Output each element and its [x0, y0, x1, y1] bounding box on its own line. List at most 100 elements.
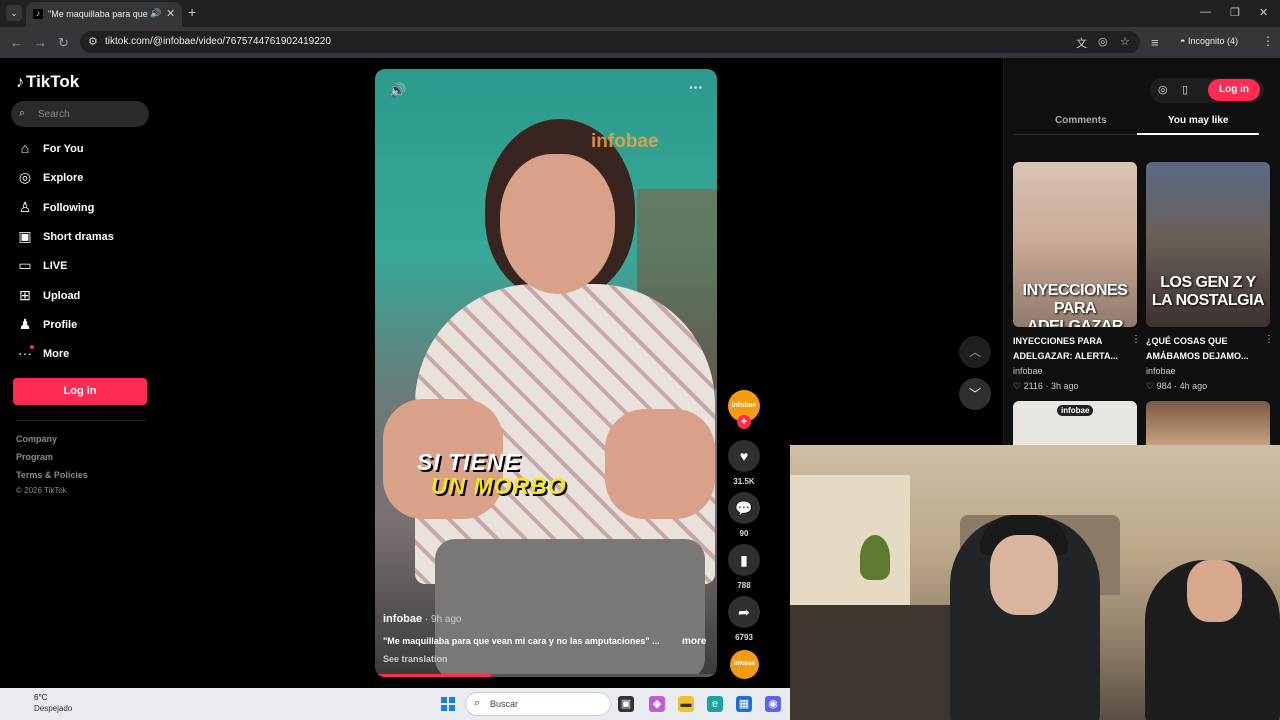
- nav-short-dramas[interactable]: ▣ Short dramas: [16, 228, 156, 248]
- weather-condition[interactable]: Despejado: [34, 704, 72, 713]
- card-title[interactable]: ¿QUÉ COSAS QUE AMÁBAMOS DEJAMO...: [1146, 334, 1262, 364]
- eye-off-icon[interactable]: ◎: [1098, 35, 1108, 48]
- taskbar-search-placeholder: Buscar: [490, 699, 519, 709]
- translate-icon[interactable]: 文: [1076, 35, 1087, 51]
- compass-icon[interactable]: ◎: [1158, 83, 1168, 96]
- save-button[interactable]: ▮: [728, 544, 760, 576]
- save-count: 788: [737, 581, 751, 590]
- minimize-icon[interactable]: —: [1200, 6, 1211, 18]
- webcam-scene-plant: [860, 535, 890, 580]
- copyright: © 2026 TikTok: [16, 486, 67, 495]
- webcam-overlay: [790, 445, 1280, 720]
- new-tab-button[interactable]: +: [188, 4, 196, 20]
- card-thumbnail[interactable]: INYECCIONES PARA ADELGAZAR: [1013, 162, 1137, 327]
- task-view-icon[interactable]: ▣: [618, 696, 634, 712]
- bookmark-star-icon[interactable]: ☆: [1120, 35, 1130, 48]
- volume-icon[interactable]: 🔊: [389, 82, 406, 99]
- taskbar-search-input[interactable]: ⌕ Buscar: [465, 692, 611, 716]
- tab-audio-icon[interactable]: 🔊: [150, 8, 161, 19]
- nav-more[interactable]: ··· More: [16, 345, 156, 365]
- incognito-badge[interactable]: ◓ Incognito (4): [1180, 36, 1238, 46]
- card-badge: infobae: [1057, 405, 1094, 416]
- reload-icon[interactable]: ↻: [58, 35, 69, 51]
- edge-icon[interactable]: e: [707, 696, 723, 712]
- login-button[interactable]: Log in: [13, 378, 147, 405]
- nav-live[interactable]: ▭ LIVE: [16, 257, 156, 277]
- video-more-icon[interactable]: ···: [689, 79, 703, 95]
- tiktok-favicon-icon: ♪: [33, 9, 43, 19]
- nav-label: Upload: [43, 290, 81, 302]
- sidebar: ♪ TikTok ⌕ Search ⌂ For You ◎ Explore ♙ Foll…: [0, 58, 165, 688]
- tab-you-may-like[interactable]: You may like: [1168, 115, 1228, 126]
- tab-close-icon[interactable]: ✕: [166, 7, 175, 20]
- recommended-card-thumbnail[interactable]: infobae: [1013, 401, 1137, 445]
- discord-icon[interactable]: ◉: [765, 696, 781, 712]
- card-author[interactable]: infobae: [1146, 366, 1176, 376]
- header-login-button[interactable]: Log in: [1208, 79, 1260, 101]
- heart-outline-icon: ♡: [1146, 381, 1157, 391]
- divider: [16, 420, 146, 421]
- card-more-icon[interactable]: ⋮: [1131, 334, 1141, 345]
- media-icon[interactable]: ≡: [1151, 35, 1159, 50]
- search-placeholder: Search: [38, 109, 70, 120]
- video-player[interactable]: infobae 🔊 ··· SI TIENE UN MORBO infobae …: [375, 69, 717, 677]
- file-explorer-icon[interactable]: ▬: [678, 696, 694, 712]
- browser-menu-icon[interactable]: ⋮: [1262, 34, 1274, 48]
- webcam-person-left-face: [990, 535, 1058, 615]
- address-bar[interactable]: ⚙ tiktok.com/@infobae/video/767574476190…: [80, 31, 1140, 53]
- music-disc[interactable]: infobae: [730, 650, 759, 679]
- share-button[interactable]: ➦: [728, 596, 760, 628]
- search-input[interactable]: ⌕ Search: [11, 101, 149, 127]
- site-info-icon[interactable]: ⚙: [88, 35, 98, 48]
- store-icon[interactable]: ▦: [736, 696, 752, 712]
- weather-temp[interactable]: 6°C: [34, 693, 47, 702]
- nav-explore[interactable]: ◎ Explore: [16, 169, 156, 189]
- tiktok-logo[interactable]: ♪ TikTok: [16, 72, 79, 92]
- notification-dot: [30, 345, 34, 349]
- see-translation-link[interactable]: See translation: [383, 654, 448, 664]
- nav-for-you[interactable]: ⌂ For You: [16, 140, 156, 160]
- nav-label: Following: [43, 202, 95, 214]
- next-video-button[interactable]: ﹀: [959, 378, 991, 410]
- film-icon: ▣: [18, 228, 32, 244]
- author-name: infobae: [383, 613, 423, 625]
- follow-plus-icon[interactable]: +: [737, 415, 751, 429]
- footer-terms[interactable]: Terms & Policies: [16, 470, 88, 480]
- browser-tab[interactable]: ♪ "Me maquillaba para que v 🔊 ✕: [26, 2, 182, 27]
- copilot-icon[interactable]: ◆: [649, 696, 665, 712]
- window-close-icon[interactable]: ✕: [1259, 6, 1268, 19]
- tab-comments[interactable]: Comments: [1055, 115, 1107, 126]
- card-title[interactable]: INYECCIONES PARA ADELGAZAR: ALERTA...: [1013, 334, 1129, 364]
- live-icon: ▭: [18, 257, 32, 273]
- nav-profile[interactable]: ♟ Profile: [16, 316, 156, 336]
- video-author[interactable]: infobae · 9h ago: [383, 613, 462, 625]
- nav-following[interactable]: ♙ Following: [16, 199, 156, 219]
- comment-button[interactable]: 💬: [728, 492, 760, 524]
- recommended-card-thumbnail[interactable]: [1146, 401, 1270, 445]
- windows-start-icon[interactable]: [441, 697, 455, 711]
- bookmark-icon: ▮: [740, 552, 748, 568]
- thumb-caption: INYECCIONES PARA ADELGAZAR: [1022, 282, 1128, 327]
- nav-label: More: [43, 348, 70, 360]
- card-thumbnail[interactable]: LOS GEN Z Y LA NOSTALGIA: [1146, 162, 1270, 327]
- footer-program[interactable]: Program: [16, 452, 53, 462]
- back-icon[interactable]: ←: [10, 35, 23, 50]
- card-more-icon[interactable]: ⋮: [1264, 334, 1274, 345]
- upload-icon: ⊞: [19, 287, 31, 303]
- tab-search-button[interactable]: ⌄: [6, 5, 22, 21]
- video-progress-fill: [375, 674, 492, 677]
- video-caption-line1: SI TIENE: [417, 449, 521, 475]
- previous-video-button[interactable]: ︿: [959, 336, 991, 368]
- device-icon[interactable]: ▯: [1182, 83, 1188, 96]
- card-author[interactable]: infobae: [1013, 366, 1043, 376]
- like-button[interactable]: ♥: [728, 440, 760, 472]
- footer-company[interactable]: Company: [16, 434, 57, 444]
- restore-icon[interactable]: ❐: [1230, 6, 1240, 19]
- video-description: "Me maquillaba para que vean mi cara y n…: [383, 636, 660, 646]
- nav-label: Short dramas: [43, 231, 114, 243]
- forward-icon[interactable]: →: [34, 35, 47, 50]
- description-more-link[interactable]: more: [682, 636, 706, 647]
- video-caption-line2: UN MORBO: [431, 473, 567, 499]
- nav-upload[interactable]: ⊞ Upload: [16, 287, 156, 307]
- search-icon: ⌕: [474, 697, 481, 709]
